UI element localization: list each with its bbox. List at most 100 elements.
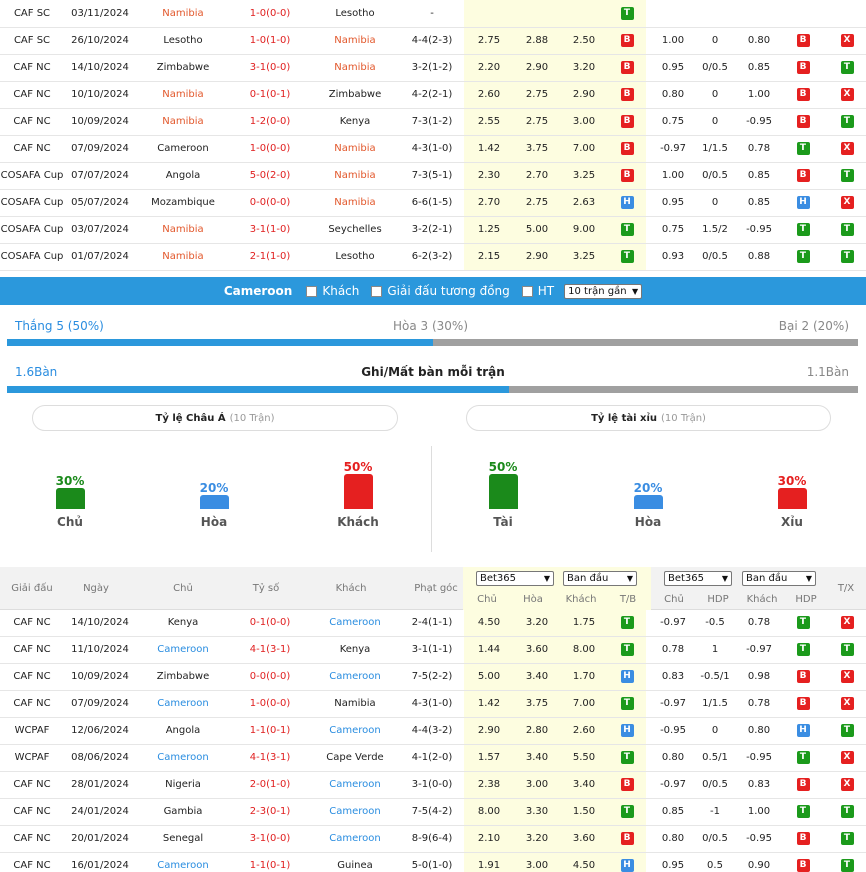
date-cell: 26/10/2024 [64,27,136,55]
result-badge: B [796,670,810,683]
away-team-link[interactable]: Kenya [310,636,400,664]
table-row[interactable]: CAF NC 16/01/2024 Cameroon 1-1(0-1) Guinea 5-… [0,852,866,872]
bar-2: 50% Khách [318,460,398,529]
home-team-link[interactable]: Cameroon [136,744,230,772]
away-team-link[interactable]: Cameroon [310,717,400,745]
bar-rect [777,488,807,509]
odds-type-select-2[interactable]: Ban đầu ▼ [742,571,816,586]
table-row[interactable]: COSAFA Cup 07/07/2024 Angola 5-0(2-0) Namibi… [0,162,866,190]
odds-away-cell: 7.00 [560,135,608,163]
home-team-link[interactable]: Nigeria [136,771,230,799]
chevron-down-icon: ▼ [805,574,812,583]
away-team-link[interactable]: Cameroon [310,771,400,799]
home-team-link[interactable]: Kenya [136,609,230,637]
home-team-link[interactable]: Mozambique [136,189,230,217]
table-row[interactable]: CAF SC 26/10/2024 Lesotho 1-0(1-0) Namibia 4-… [0,27,866,55]
away-team-link[interactable]: Seychelles [310,216,400,244]
home-team-link[interactable]: Cameroon [136,636,230,664]
score-cell: 3-1(0-0) [230,54,310,82]
over-under-tab[interactable]: Tỷ lệ tài xỉu (10 Trận) [466,405,831,431]
table-row[interactable]: COSAFA Cup 03/07/2024 Namibia 3-1(1-0) Seych… [0,216,866,244]
table-row[interactable]: CAF SC 03/11/2024 Namibia 1-0(0-0) Lesotho - T [0,0,866,28]
away-team-link[interactable]: Namibia [310,690,400,718]
away-team-link[interactable]: Namibia [310,189,400,217]
result-badge: T [840,832,854,845]
home-team-link[interactable]: Cameroon [136,690,230,718]
home-team-link[interactable]: Namibia [136,81,230,109]
table-row[interactable]: CAF NC 14/10/2024 Kenya 0-1(0-0) Cameroon 2-4… [0,609,866,637]
table-row[interactable]: CAF NC 07/09/2024 Cameroon 1-0(0-0) Namibia 4… [0,690,866,718]
away-team-link[interactable]: Namibia [310,27,400,55]
table-row[interactable]: CAF NC 10/09/2024 Zimbabwe 0-0(0-0) Cameroon… [0,663,866,691]
recent-matches-select[interactable]: 10 trận gần ▼ [564,283,643,299]
away-team-link[interactable]: Cameroon [310,798,400,826]
bar-rect [633,495,663,509]
bookmaker-select-1[interactable]: Bet365 ▼ [476,571,554,586]
table-row[interactable]: CAF NC 28/01/2024 Nigeria 2-0(1-0) Cameroon 3… [0,771,866,799]
away-team-link[interactable]: Lesotho [310,243,400,271]
result-badge: H [620,724,634,737]
spacer-cell [646,609,656,637]
corner-cell: 7-5(2-2) [400,663,464,691]
away-checkbox[interactable]: Khách [306,284,359,298]
result-cell: B [608,54,646,82]
bookmaker-select-2[interactable]: Bet365 ▼ [664,571,732,586]
away-team-link[interactable]: Cameroon [310,663,400,691]
spacer-cell [646,717,656,745]
hdp-result-cell: H [778,189,828,217]
away-team-link[interactable]: Cape Verde [310,744,400,772]
home-team-link[interactable]: Namibia [136,243,230,271]
table-row[interactable]: WCPAF 08/06/2024 Cameroon 4-1(3-1) Cape Verd… [0,744,866,772]
away-team-link[interactable]: Cameroon [310,825,400,853]
home-team-link[interactable]: Namibia [136,108,230,136]
home-team-link[interactable]: Namibia [136,0,230,28]
table-row[interactable]: CAF NC 07/09/2024 Cameroon 1-0(0-0) Namibia 4… [0,135,866,163]
asian-handicap-tab[interactable]: Tỷ lệ Châu Á (10 Trận) [32,405,398,431]
away-team-link[interactable]: Lesotho [310,0,400,28]
odds-type-select-1[interactable]: Ban đầu ▼ [563,571,637,586]
table-row[interactable]: CAF NC 10/09/2024 Namibia 1-2(0-0) Kenya 7-3(… [0,108,866,136]
table-row[interactable]: CAF NC 20/01/2024 Senegal 3-1(0-0) Cameroon 8… [0,825,866,853]
score-cell: 1-0(1-0) [230,27,310,55]
home-team-link[interactable]: Angola [136,717,230,745]
away-team-link[interactable]: Zimbabwe [310,81,400,109]
table-row[interactable]: CAF NC 10/10/2024 Namibia 0-1(0-1) Zimbabwe 4… [0,81,866,109]
away-team-link[interactable]: Kenya [310,108,400,136]
home-team-link[interactable]: Cameroon [136,135,230,163]
result-badge: T [620,250,634,263]
ah-away-cell: 0.85 [740,189,778,217]
home-team-link[interactable]: Zimbabwe [136,663,230,691]
ah-away-cell: 0.78 [740,690,778,718]
spacer-cell [646,54,656,82]
table-row[interactable]: WCPAF 12/06/2024 Angola 1-1(0-1) Cameroon 4-4… [0,717,866,745]
away-team-link[interactable]: Namibia [310,54,400,82]
col-hdp-result: HDP [795,594,817,605]
ht-checkbox[interactable]: HT [521,284,554,298]
home-team-link[interactable]: Namibia [136,216,230,244]
table-row[interactable]: CAF NC 24/01/2024 Gambia 2-3(0-1) Cameroon 7-… [0,798,866,826]
table-row[interactable]: CAF NC 11/10/2024 Cameroon 4-1(3-1) Kenya 3-1… [0,636,866,664]
date-cell: 05/07/2024 [64,189,136,217]
result-cell: H [608,717,646,745]
spacer-cell [646,690,656,718]
away-team-link[interactable]: Namibia [310,162,400,190]
hdp-result-cell: B [778,81,828,109]
home-team-link[interactable]: Zimbabwe [136,54,230,82]
table-row[interactable]: CAF NC 14/10/2024 Zimbabwe 3-1(0-0) Namibia 3… [0,54,866,82]
league-cell: COSAFA Cup [0,216,64,244]
home-team-link[interactable]: Gambia [136,798,230,826]
odds-draw-cell: 3.20 [514,825,560,853]
away-team-link[interactable]: Guinea [310,852,400,872]
home-team-link[interactable]: Angola [136,162,230,190]
away-team-link[interactable]: Cameroon [310,609,400,637]
table-row[interactable]: COSAFA Cup 05/07/2024 Mozambique 0-0(0-0) Na… [0,189,866,217]
home-team-link[interactable]: Cameroon [136,852,230,872]
away-team-link[interactable]: Namibia [310,135,400,163]
table-row[interactable]: COSAFA Cup 01/07/2024 Namibia 2-1(1-0) Lesot… [0,243,866,271]
result-cell: H [608,852,646,872]
ah-home-cell: 1.00 [656,27,690,55]
home-team-link[interactable]: Lesotho [136,27,230,55]
same-league-checkbox[interactable]: Giải đấu tương đồng [371,284,510,298]
home-team-link[interactable]: Senegal [136,825,230,853]
odds-draw-cell: 2.75 [514,81,560,109]
